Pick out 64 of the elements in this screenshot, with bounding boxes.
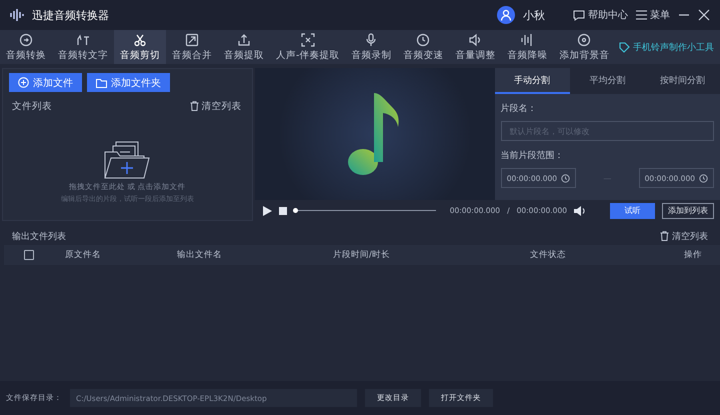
clear-list-button[interactable]: 清空列表	[190, 100, 242, 112]
toolbar-tab[interactable]: 音频转文字	[52, 30, 114, 64]
menu-icon	[636, 10, 647, 20]
speaker-icon	[468, 32, 482, 46]
folder-icon	[96, 78, 107, 88]
user-name[interactable]: 小秋	[523, 8, 545, 22]
column-header: 片段时间/时长	[333, 249, 391, 261]
column-header: 操作	[684, 249, 703, 261]
disc-icon	[577, 32, 592, 46]
play-icon	[262, 206, 272, 216]
file-list-title: 文件列表	[12, 100, 52, 112]
plus-circle-icon	[18, 77, 29, 88]
user-avatar[interactable]	[497, 6, 515, 24]
select-all-checkbox[interactable]	[24, 250, 34, 260]
segment-name-label: 片段名：	[500, 102, 538, 116]
microphone-icon	[364, 32, 378, 46]
volume-icon	[574, 206, 586, 216]
toolbar-tab[interactable]: 人声-伴奏提取	[270, 30, 346, 64]
column-header: 文件状态	[530, 249, 567, 261]
toolbar-tab[interactable]: 音频合并	[166, 30, 218, 64]
hand-text-icon	[76, 32, 90, 46]
add-to-list-button[interactable]: 添加到列表	[662, 202, 714, 218]
menu-button[interactable]: 菜单	[636, 8, 670, 22]
toolbar-tab[interactable]: 音频变速	[397, 30, 450, 64]
clock-reset-icon	[561, 174, 570, 182]
upload-icon	[237, 32, 251, 46]
split-mode-tab[interactable]: 手动分割	[494, 68, 570, 94]
app-title: 迅捷音频转换器	[32, 8, 109, 22]
merge-icon	[185, 32, 199, 46]
clock-reset-icon	[699, 174, 708, 182]
toolbar-tab[interactable]: 音频录制	[345, 30, 398, 64]
add-folder-button[interactable]: 添加文件夹	[87, 73, 170, 92]
clear-list-button[interactable]: 清空列表	[660, 230, 708, 242]
scissors-icon	[133, 32, 147, 46]
clock-icon	[416, 32, 430, 46]
tag-icon	[619, 42, 630, 52]
help-center-link[interactable]: 帮助中心	[573, 8, 628, 22]
add-file-button[interactable]: 添加文件	[9, 73, 82, 92]
toolbar-tab[interactable]: 音频剪切	[114, 30, 166, 64]
chat-bubble-icon	[573, 10, 585, 20]
trash-icon	[660, 231, 669, 241]
circle-arrows-icon	[19, 32, 33, 46]
segment-range-label: 当前片段范围：	[500, 150, 565, 163]
toolbar-tab[interactable]: 音量调整	[449, 30, 502, 64]
toolbar-tab[interactable]: 音频提取	[218, 30, 270, 64]
column-header: 输出文件名	[177, 249, 223, 261]
trash-icon	[190, 101, 199, 111]
progress-thumb[interactable]	[293, 208, 298, 213]
split-mode-tab[interactable]: 按时间分割	[644, 68, 720, 94]
ringtone-tool-link[interactable]: 手机铃声制作小工具	[619, 30, 720, 64]
range-separator: —	[603, 174, 612, 182]
toolbar-tab[interactable]: 添加背景音	[553, 30, 616, 64]
scan-icon	[300, 32, 315, 46]
preview-button[interactable]: 试听	[610, 202, 655, 218]
toolbar-tab[interactable]: 音频降噪	[501, 30, 554, 64]
person-icon	[500, 9, 512, 21]
sound-bars-icon	[520, 32, 534, 46]
output-list-title: 输出文件列表	[12, 230, 66, 242]
toolbar-tab[interactable]: 音频转换	[0, 30, 52, 64]
column-header: 原文件名	[65, 249, 102, 261]
close-icon	[698, 9, 710, 21]
split-mode-tab[interactable]: 平均分割	[570, 68, 645, 94]
stop-icon	[278, 206, 287, 214]
waveform-logo-icon	[10, 9, 24, 21]
